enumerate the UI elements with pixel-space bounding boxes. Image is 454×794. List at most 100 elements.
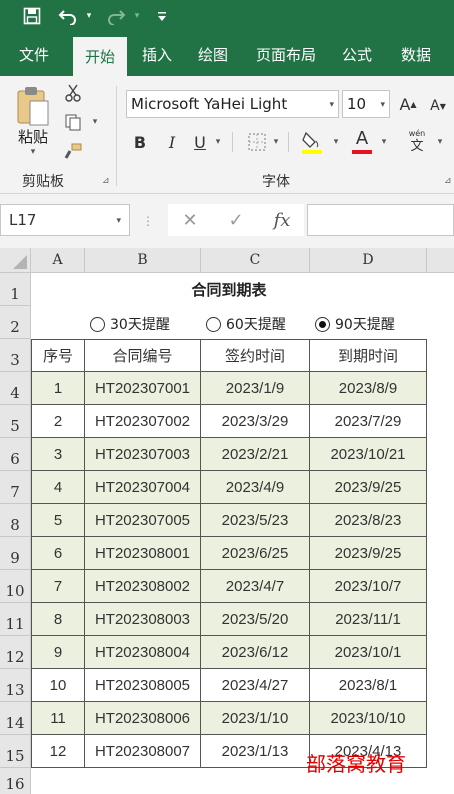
row-header-11[interactable]: 11 xyxy=(0,603,31,636)
table-cell-no[interactable]: 10 xyxy=(31,669,85,702)
table-cell-no[interactable]: 6 xyxy=(31,537,85,570)
enter-icon[interactable]: ✓ xyxy=(214,204,258,236)
phonetic-guide-icon[interactable]: wén 文 xyxy=(404,128,430,156)
row-header-14[interactable]: 14 xyxy=(0,702,31,735)
radio-90-days[interactable]: 90天提醒 xyxy=(315,314,395,334)
column-header-e[interactable] xyxy=(427,248,454,273)
table-cell-due[interactable]: 2023/11/1 xyxy=(310,603,427,636)
copy-icon[interactable] xyxy=(62,111,84,133)
row-header-5[interactable]: 5 xyxy=(0,405,31,438)
row-header-13[interactable]: 13 xyxy=(0,669,31,702)
row-header-2[interactable]: 2 xyxy=(0,306,31,339)
table-cell-code[interactable]: HT202308002 xyxy=(85,570,201,603)
formula-grip-icon[interactable]: ⋮ xyxy=(142,212,154,230)
table-cell-no[interactable]: 12 xyxy=(31,735,85,768)
tab-insert[interactable]: 插入 xyxy=(134,32,180,76)
row-header-12[interactable]: 12 xyxy=(0,636,31,669)
row-header-7[interactable]: 7 xyxy=(0,471,31,504)
format-painter-icon[interactable] xyxy=(62,140,84,162)
grow-font-button[interactable]: A ▲ xyxy=(398,92,418,116)
fill-color-icon[interactable] xyxy=(300,128,324,156)
redo-dropdown-icon[interactable]: ▾ xyxy=(130,0,144,32)
table-cell-sign[interactable]: 2023/4/27 xyxy=(201,669,310,702)
table-cell-no[interactable]: 1 xyxy=(31,372,85,405)
table-cell-sign[interactable]: 2023/1/13 xyxy=(201,735,310,768)
redo-icon[interactable] xyxy=(104,0,128,32)
table-cell-due[interactable]: 2023/8/1 xyxy=(310,669,427,702)
save-icon[interactable] xyxy=(20,0,44,32)
table-cell-no[interactable]: 11 xyxy=(31,702,85,735)
row-header-10[interactable]: 10 xyxy=(0,570,31,603)
table-cell-code[interactable]: HT202308006 xyxy=(85,702,201,735)
row-header-16[interactable]: 16 xyxy=(0,768,31,794)
table-cell-sign[interactable]: 2023/1/9 xyxy=(201,372,310,405)
column-header-b[interactable]: B xyxy=(85,248,201,273)
table-cell-code[interactable]: HT202308001 xyxy=(85,537,201,570)
font-color-icon[interactable]: A xyxy=(350,128,374,156)
table-cell-due[interactable]: 2023/9/25 xyxy=(310,537,427,570)
table-cell-sign[interactable]: 2023/5/23 xyxy=(201,504,310,537)
cut-icon[interactable] xyxy=(62,82,84,104)
tab-draw[interactable]: 绘图 xyxy=(190,32,236,76)
row-header-3[interactable]: 3 xyxy=(0,339,31,372)
radio-30-days[interactable]: 30天提醒 xyxy=(90,314,170,334)
row-header-6[interactable]: 6 xyxy=(0,438,31,471)
table-cell-no[interactable]: 2 xyxy=(31,405,85,438)
undo-icon[interactable] xyxy=(56,0,80,32)
table-cell-due[interactable]: 2023/8/23 xyxy=(310,504,427,537)
table-cell-code[interactable]: HT202307005 xyxy=(85,504,201,537)
table-cell-due[interactable]: 2023/7/29 xyxy=(310,405,427,438)
table-cell-due[interactable]: 2023/8/9 xyxy=(310,372,427,405)
column-header-d[interactable]: D xyxy=(310,248,427,273)
tab-data[interactable]: 数据 xyxy=(390,32,442,76)
row-header-4[interactable]: 4 xyxy=(0,372,31,405)
paste-button[interactable]: 粘贴 xyxy=(16,126,50,146)
table-cell-code[interactable]: HT202307003 xyxy=(85,438,201,471)
column-header-c[interactable]: C xyxy=(201,248,310,273)
radio-60-days[interactable]: 60天提醒 xyxy=(206,314,286,334)
tab-file[interactable]: 文件 xyxy=(8,32,60,76)
shrink-font-button[interactable]: A ▼ xyxy=(428,94,448,118)
table-cell-sign[interactable]: 2023/1/10 xyxy=(201,702,310,735)
font-launcher-icon[interactable]: ⊿ xyxy=(444,176,452,186)
table-header-code[interactable]: 合同编号 xyxy=(85,339,201,372)
tab-formulas[interactable]: 公式 xyxy=(334,32,380,76)
table-cell-code[interactable]: HT202308007 xyxy=(85,735,201,768)
font-size-select[interactable]: 10 ▾ xyxy=(342,90,390,118)
table-cell-due[interactable]: 2023/10/1 xyxy=(310,636,427,669)
table-cell-due[interactable]: 2023/9/25 xyxy=(310,471,427,504)
table-cell-no[interactable]: 7 xyxy=(31,570,85,603)
table-cell-sign[interactable]: 2023/4/9 xyxy=(201,471,310,504)
row-header-15[interactable]: 15 xyxy=(0,735,31,768)
paste-icon[interactable] xyxy=(14,84,52,128)
select-all-button[interactable] xyxy=(0,248,31,273)
table-cell-sign[interactable]: 2023/4/7 xyxy=(201,570,310,603)
table-cell-no[interactable]: 8 xyxy=(31,603,85,636)
font-color-dropdown-icon[interactable]: ▾ xyxy=(378,134,390,150)
paste-dropdown-icon[interactable]: ▾ xyxy=(26,146,40,158)
table-cell-due[interactable]: 2023/10/7 xyxy=(310,570,427,603)
row-header-8[interactable]: 8 xyxy=(0,504,31,537)
table-cell-no[interactable]: 3 xyxy=(31,438,85,471)
tab-home[interactable]: 开始 xyxy=(73,37,127,76)
tab-page-layout[interactable]: 页面布局 xyxy=(247,32,325,76)
table-cell-code[interactable]: HT202308005 xyxy=(85,669,201,702)
table-cell-sign[interactable]: 2023/2/21 xyxy=(201,438,310,471)
clipboard-launcher-icon[interactable]: ⊿ xyxy=(102,176,110,186)
table-cell-code[interactable]: HT202307004 xyxy=(85,471,201,504)
table-cell-sign[interactable]: 2023/6/12 xyxy=(201,636,310,669)
table-cell-code[interactable]: HT202307001 xyxy=(85,372,201,405)
table-cell-sign[interactable]: 2023/5/20 xyxy=(201,603,310,636)
column-header-a[interactable]: A xyxy=(31,248,85,273)
table-cell-sign[interactable]: 2023/6/25 xyxy=(201,537,310,570)
cancel-icon[interactable]: ✕ xyxy=(168,204,212,236)
undo-dropdown-icon[interactable]: ▾ xyxy=(82,0,96,32)
table-cell-code[interactable]: HT202308003 xyxy=(85,603,201,636)
formula-input[interactable] xyxy=(307,204,454,236)
table-header-due[interactable]: 到期时间 xyxy=(310,339,427,372)
table-cell-code[interactable]: HT202308004 xyxy=(85,636,201,669)
copy-dropdown-icon[interactable]: ▾ xyxy=(88,116,102,128)
name-box[interactable]: L17 ▾ xyxy=(0,204,130,236)
table-cell-due[interactable]: 2023/10/10 xyxy=(310,702,427,735)
table-cell-no[interactable]: 4 xyxy=(31,471,85,504)
